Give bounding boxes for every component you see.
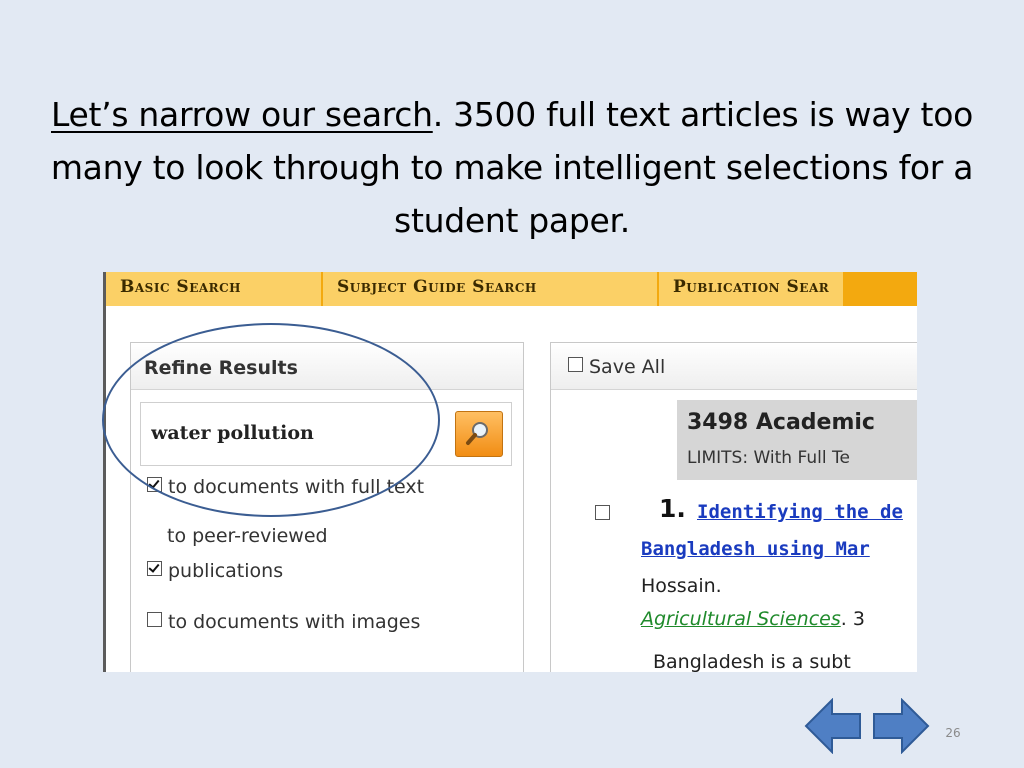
slide-title: Let’s narrow our search. 3500 full text … <box>40 88 984 247</box>
result-1-title-line2[interactable]: Bangladesh using Mar <box>641 538 870 560</box>
result-1-author: Hossain. <box>641 575 722 597</box>
database-screenshot: Basic Search Subject Guide Search Public… <box>103 272 917 672</box>
full-text-checkbox[interactable] <box>147 477 162 492</box>
slide-number: 26 <box>945 726 961 740</box>
refine-search-input[interactable] <box>149 413 453 453</box>
arrow-left-icon[interactable] <box>804 698 862 754</box>
result-1-checkbox[interactable] <box>595 505 610 520</box>
peer-reviewed-checkbox[interactable] <box>147 561 162 576</box>
refine-search-box <box>140 402 512 466</box>
limit-images-label: to documents with images <box>168 611 421 633</box>
search-tabs: Basic Search Subject Guide Search Public… <box>106 272 917 306</box>
magnifier-icon <box>466 422 488 445</box>
results-count-box: 3498 Academic LIMITS: With Full Te <box>677 400 917 480</box>
save-all-row[interactable]: Save All <box>551 343 917 390</box>
result-1-title-line1[interactable]: Identifying the de <box>697 501 903 523</box>
limit-peer-reviewed[interactable]: publications <box>147 560 283 582</box>
result-1-publication-link[interactable]: Agricultural Sciences <box>641 608 841 630</box>
tab-publication-search[interactable]: Publication Sear <box>659 272 844 306</box>
save-all-checkbox[interactable] <box>568 357 583 372</box>
result-1-pub-suffix: . 3 <box>840 608 865 630</box>
save-all-label: Save All <box>589 356 666 378</box>
limit-full-text[interactable]: to documents with full text <box>147 476 424 498</box>
results-limits: LIMITS: With Full Te <box>687 448 850 468</box>
limit-full-text-label: to documents with full text <box>168 476 425 498</box>
refine-results-heading: Refine Results <box>131 343 523 390</box>
results-panel: Save All 3498 Academic LIMITS: With Full… <box>550 342 917 672</box>
refine-results-panel: Refine Results to documents with full te… <box>130 342 524 672</box>
slide-title-underlined: Let’s narrow our search <box>51 95 433 134</box>
tab-subject-guide-search[interactable]: Subject Guide Search <box>323 272 657 306</box>
result-1-title-link[interactable]: Identifying the de <box>697 501 903 523</box>
results-count: 3498 Academic <box>687 410 875 435</box>
search-button[interactable] <box>455 411 503 457</box>
result-1-snippet: Bangladesh is a subt <box>653 651 851 672</box>
limit-images[interactable]: to documents with images <box>147 611 420 633</box>
tab-basic-search[interactable]: Basic Search <box>106 272 321 306</box>
result-1-title-link-2[interactable]: Bangladesh using Mar <box>641 538 870 560</box>
result-1-publication-line: Agricultural Sciences. 3 <box>641 608 865 630</box>
limit-peer-reviewed-label: publications <box>168 560 284 582</box>
arrow-right-icon[interactable] <box>872 698 930 754</box>
screenshot-left-border <box>103 272 106 672</box>
result-1-number: 1. <box>659 494 686 523</box>
images-checkbox[interactable] <box>147 612 162 627</box>
limit-peer-reviewed-line1: to peer-reviewed <box>167 525 328 547</box>
